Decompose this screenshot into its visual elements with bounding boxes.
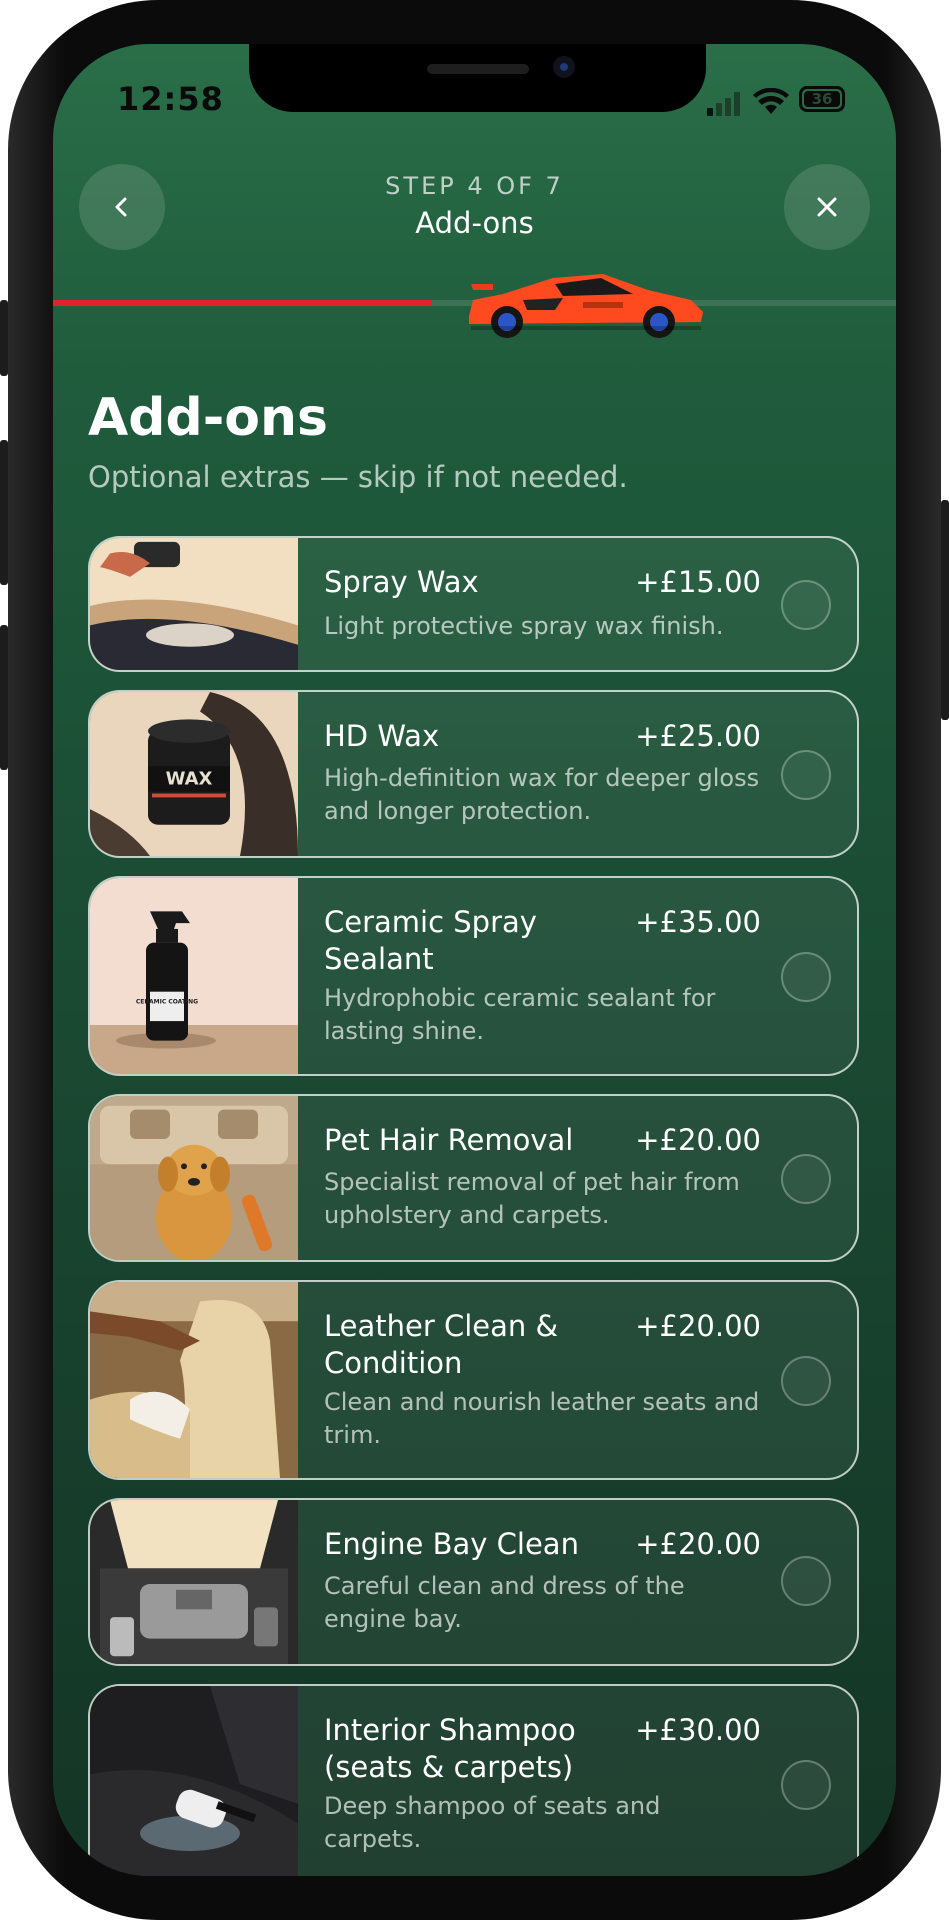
addon-description: Specialist removal of pet hair from upho… — [324, 1168, 740, 1229]
close-icon — [817, 197, 837, 217]
addon-card-pet-hair-removal[interactable]: Pet Hair Removal +£20.00 Specialist remo… — [88, 1094, 859, 1262]
ceramic-bottle-label: CERAMIC COATING — [136, 998, 198, 1005]
addon-card-leather-clean-condition[interactable]: Leather Clean & Condition +£20.00 Clean … — [88, 1280, 859, 1480]
addon-card-spray-wax[interactable]: Spray Wax +£15.00 Light protective spray… — [88, 536, 859, 672]
addon-select-radio[interactable] — [781, 952, 831, 1002]
addon-card-ceramic-spray-sealant[interactable]: CERAMIC COATING Ceramic Spray Sealant +£… — [88, 876, 859, 1076]
addon-select-radio[interactable] — [781, 1356, 831, 1406]
battery-level: 36 — [804, 91, 840, 107]
front-camera — [553, 56, 575, 78]
header-title: Add-ons — [415, 206, 534, 240]
progress-fill — [53, 300, 433, 306]
addon-card-interior-shampoo[interactable]: Interior Shampoo (seats & carpets) +£30.… — [88, 1684, 859, 1876]
addon-description: Deep shampoo of seats and carpets. — [324, 1792, 661, 1853]
addon-select-radio[interactable] — [781, 1154, 831, 1204]
addon-card-hd-wax[interactable]: WAX HD Wax +£25.00 High-definition wax f… — [88, 690, 859, 858]
addon-image-spray-wax — [90, 538, 298, 670]
addon-card-engine-bay-clean[interactable]: Engine Bay Clean +£20.00 Careful clean a… — [88, 1498, 859, 1666]
addon-price: +£15.00 — [635, 565, 761, 599]
volume-up-button — [0, 440, 8, 585]
addon-price: +£25.00 — [635, 719, 761, 753]
status-time: 12:58 — [117, 80, 224, 118]
addon-title: Engine Bay Clean — [324, 1527, 579, 1561]
speaker-grille — [427, 64, 529, 74]
cellular-signal-icon — [707, 92, 743, 116]
addon-price: +£35.00 — [635, 905, 761, 939]
close-button[interactable] — [784, 164, 870, 250]
addon-select-radio[interactable] — [781, 1556, 831, 1606]
addon-select-radio[interactable] — [781, 580, 831, 630]
battery-icon: 36 — [799, 86, 845, 112]
addon-image-hd-wax: WAX — [90, 692, 298, 856]
addon-price: +£20.00 — [635, 1309, 761, 1343]
wifi-icon — [753, 88, 789, 114]
addon-title: HD Wax — [324, 719, 440, 753]
addon-title: Ceramic Spray Sealant — [324, 905, 537, 976]
page-subtitle: Optional extras — skip if not needed. — [88, 460, 628, 494]
addon-image-ceramic-spray-sealant: CERAMIC COATING — [90, 878, 298, 1074]
addon-description: Clean and nourish leather seats and trim… — [324, 1388, 760, 1449]
page-title: Add-ons — [88, 388, 328, 448]
addon-price: +£20.00 — [635, 1527, 761, 1561]
mute-switch — [0, 300, 8, 376]
sports-car-icon — [469, 274, 703, 338]
addon-description: Light protective spray wax finish. — [324, 612, 724, 640]
wax-jar-label: WAX — [166, 769, 213, 790]
addon-image-pet-hair-removal — [90, 1096, 298, 1260]
addon-image-interior-shampoo — [90, 1686, 298, 1876]
addon-description: Hydrophobic ceramic sealant for lasting … — [324, 984, 716, 1045]
addon-image-leather-clean-condition — [90, 1282, 298, 1478]
addon-select-radio[interactable] — [781, 1760, 831, 1810]
volume-down-button — [0, 625, 8, 770]
addon-select-radio[interactable] — [781, 750, 831, 800]
addon-image-engine-bay-clean — [90, 1500, 298, 1664]
addon-description: Careful clean and dress of the engine ba… — [324, 1572, 685, 1633]
addon-title: Spray Wax — [324, 565, 479, 599]
addon-title: Interior Shampoo (seats & carpets) — [324, 1713, 576, 1784]
app-screen: 12:58 36 STEP 4 OF 7 Add-ons Add-ons Opt… — [53, 44, 896, 1876]
power-button — [941, 500, 949, 720]
notch — [249, 44, 706, 112]
step-indicator: STEP 4 OF 7 — [385, 172, 564, 200]
addon-price: +£30.00 — [635, 1713, 761, 1747]
addon-price: +£20.00 — [635, 1123, 761, 1157]
addon-description: High-definition wax for deeper gloss and… — [324, 764, 760, 825]
addon-title: Pet Hair Removal — [324, 1123, 574, 1157]
addon-title: Leather Clean & Condition — [324, 1309, 559, 1380]
